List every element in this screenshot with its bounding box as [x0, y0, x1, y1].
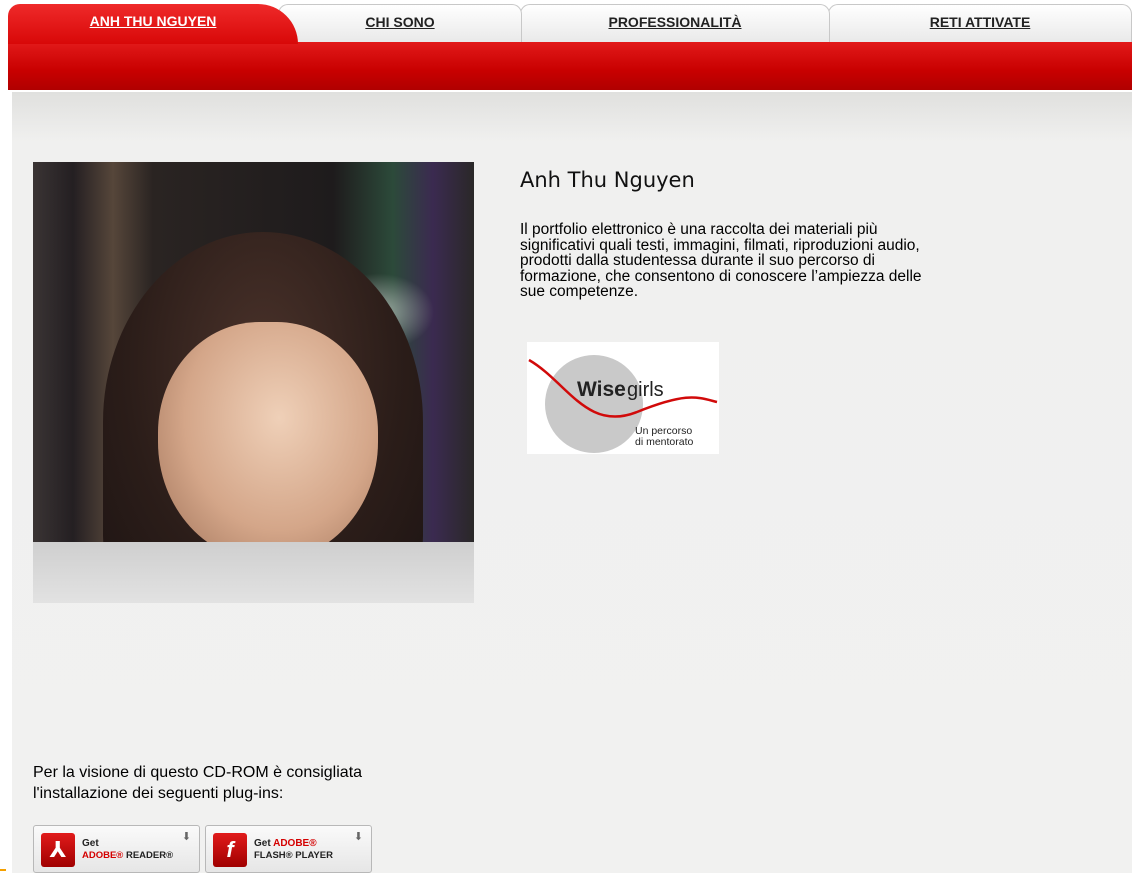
download-arrow-icon: ⬇: [353, 831, 363, 843]
download-arrow-icon: ⬇: [181, 831, 191, 843]
tab-professionalita[interactable]: PROFESSIONALITÀ: [520, 4, 830, 42]
flash-product-label: FLASH® PLAYER: [254, 850, 333, 861]
tab-label: PROFESSIONALITÀ: [608, 14, 742, 30]
reader-product-label: ADOBE® READER®: [82, 850, 174, 861]
get-adobe-reader-button[interactable]: ⅄ Get ADOBE® READER® ⬇: [33, 825, 200, 873]
plugins-note: Per la visione di questo CD-ROM è consig…: [33, 764, 363, 802]
tab-bar: RETI ATTIVATE PROFESSIONALITÀ CHI SONO A…: [0, 0, 1132, 90]
flash-player-icon: f: [213, 833, 247, 867]
profile-photo: [33, 162, 474, 603]
wisegirls-logo: Wise girls Un percorso di mentorato: [527, 342, 719, 454]
flash-get-label: Get ADOBE®: [254, 838, 317, 849]
reader-get-label: Get: [82, 838, 99, 849]
get-flash-player-button[interactable]: f Get ADOBE® FLASH® PLAYER ⬇: [205, 825, 372, 873]
adobe-reader-icon: ⅄: [41, 833, 75, 867]
photo-shoulder: [33, 542, 474, 603]
tab-label: ANH THU NGUYEN: [89, 13, 217, 29]
tab-chi-sono[interactable]: CHI SONO: [278, 4, 522, 42]
photo-face: [158, 322, 378, 562]
logo-subtitle: Un percorso di mentorato: [635, 425, 694, 448]
profile-name: Anh Thu Nguyen: [520, 168, 695, 192]
profile-description: Il portfolio elettronico è una raccolta …: [520, 221, 922, 300]
corner-mark: [0, 869, 6, 871]
logo-girls-text: girls: [627, 379, 664, 401]
tab-label: RETI ATTIVATE: [929, 14, 1031, 30]
tab-reti-attivate[interactable]: RETI ATTIVATE: [828, 4, 1132, 42]
logo-wise-text: Wise: [577, 378, 626, 401]
tab-label: CHI SONO: [365, 14, 435, 30]
tab-anh-thu-nguyen[interactable]: ANH THU NGUYEN: [8, 4, 298, 44]
header-band: [8, 42, 1132, 90]
